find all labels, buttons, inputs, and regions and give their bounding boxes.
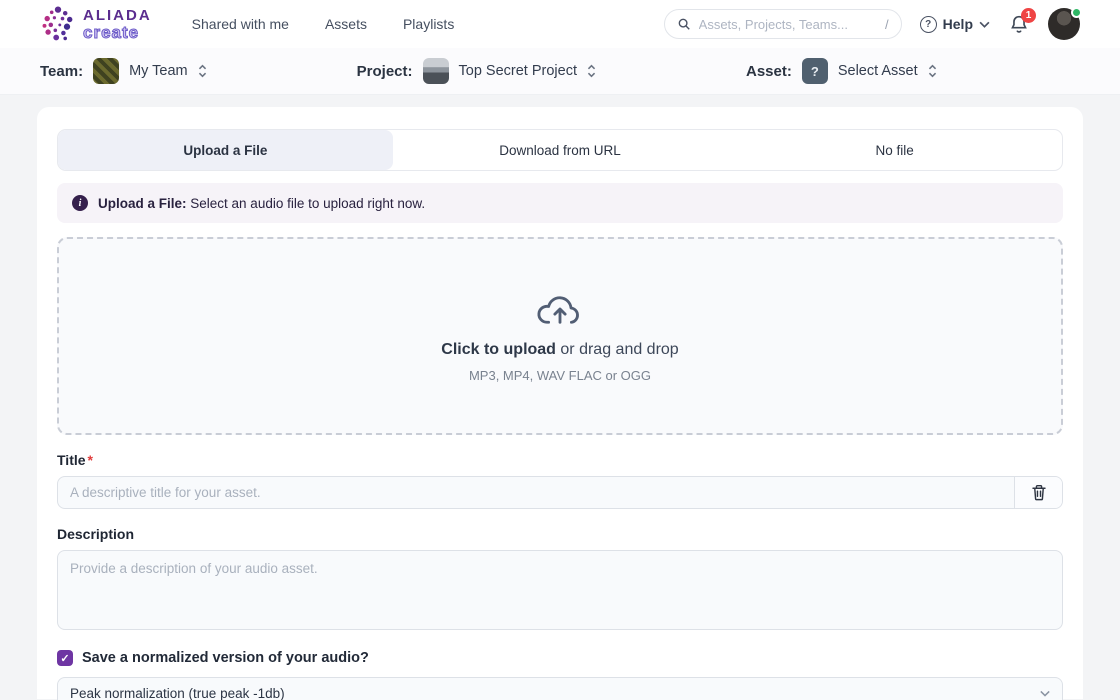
normalize-audio-option[interactable]: ✓ Save a normalized version of your audi… (57, 650, 1063, 666)
dropzone-formats: MP3, MP4, WAV FLAC or OGG (469, 368, 651, 383)
team-thumbnail (93, 58, 119, 84)
help-menu[interactable]: ? Help (920, 16, 990, 33)
asset-value: Select Asset (838, 63, 918, 79)
trash-icon (1031, 484, 1047, 501)
clear-title-button[interactable] (1014, 477, 1062, 508)
project-selector[interactable]: Project: Top Secret Project (357, 58, 596, 84)
asset-selector[interactable]: Asset: ? Select Asset (746, 58, 937, 84)
title-field-label: Title* (57, 452, 1063, 468)
nav-item-shared-with-me[interactable]: Shared with me (192, 16, 289, 32)
upload-card: Upload a File Download from URL No file … (37, 107, 1083, 699)
alert-title: Upload a File: (98, 196, 187, 211)
help-icon: ? (920, 16, 937, 33)
description-textarea[interactable] (57, 550, 1063, 630)
nav-item-assets[interactable]: Assets (325, 16, 367, 32)
title-input-group (57, 476, 1063, 509)
required-asterisk: * (88, 452, 93, 468)
context-bar: Team: My Team Project: Top Secret Projec… (0, 48, 1120, 95)
project-sort-chevrons-icon (587, 64, 596, 78)
asset-placeholder-icon: ? (802, 58, 828, 84)
tab-upload-a-file[interactable]: Upload a File (58, 130, 393, 170)
brand-name-bottom: create (83, 24, 152, 41)
asset-sort-chevrons-icon (928, 64, 937, 78)
team-label: Team: (40, 63, 83, 80)
project-thumbnail (423, 58, 449, 84)
dropzone-cta-strong: Click to upload (441, 341, 556, 358)
logo-dots-icon (40, 4, 76, 44)
info-icon: i (72, 195, 88, 211)
search-icon (677, 17, 691, 31)
cloud-upload-icon (535, 289, 585, 327)
main-nav: Shared with me Assets Playlists (192, 16, 455, 32)
brand-name-top: ALIADA (83, 8, 152, 23)
dropzone-cta-rest: or drag and drop (556, 341, 679, 358)
top-bar-actions: / ? Help 1 (664, 8, 1080, 40)
normalization-select-value: Peak normalization (true peak -1db) (70, 686, 285, 700)
file-dropzone[interactable]: Click to upload or drag and drop MP3, MP… (57, 237, 1063, 435)
normalize-checkbox-label: Save a normalized version of your audio? (82, 650, 369, 666)
info-alert: i Upload a File: Select an audio file to… (57, 183, 1063, 223)
online-status-dot (1071, 7, 1082, 18)
dropzone-cta: Click to upload or drag and drop (441, 341, 678, 359)
project-value: Top Secret Project (459, 63, 577, 79)
tab-download-from-url[interactable]: Download from URL (393, 130, 728, 170)
select-chevron-down-icon (1040, 690, 1050, 697)
title-label-text: Title (57, 452, 86, 468)
normalize-checkbox[interactable]: ✓ (57, 650, 73, 666)
asset-label: Asset: (746, 63, 792, 80)
avatar[interactable] (1048, 8, 1080, 40)
normalization-select[interactable]: Peak normalization (true peak -1db) (57, 677, 1063, 700)
search-input[interactable] (699, 17, 877, 32)
team-sort-chevrons-icon (198, 64, 207, 78)
notification-badge: 1 (1021, 8, 1036, 23)
tab-no-file[interactable]: No file (727, 130, 1062, 170)
help-label: Help (943, 16, 973, 32)
team-selector[interactable]: Team: My Team (40, 58, 207, 84)
global-search[interactable]: / (664, 9, 902, 39)
brand-wordmark: ALIADA create (83, 8, 152, 41)
brand-logo[interactable]: ALIADA create (40, 4, 152, 44)
team-value: My Team (129, 63, 188, 79)
chevron-down-icon (979, 21, 990, 28)
description-field-label: Description (57, 526, 1063, 542)
nav-item-playlists[interactable]: Playlists (403, 16, 454, 32)
search-shortcut-hint: / (885, 17, 889, 32)
source-tabs: Upload a File Download from URL No file (57, 129, 1063, 171)
title-input[interactable] (58, 477, 1014, 508)
notifications-button[interactable]: 1 (1008, 13, 1030, 35)
alert-text: Upload a File: Select an audio file to u… (98, 196, 425, 211)
project-label: Project: (357, 63, 413, 80)
alert-message: Select an audio file to upload right now… (187, 196, 426, 211)
top-bar: ALIADA create Shared with me Assets Play… (0, 0, 1120, 48)
